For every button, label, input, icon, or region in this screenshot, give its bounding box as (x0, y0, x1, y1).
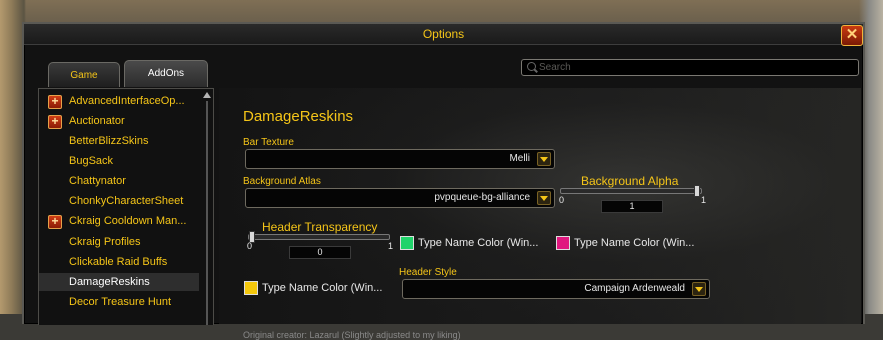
sidebar-item-chonkycharactersheet[interactable]: ChonkyCharacterSheet (39, 192, 199, 210)
sidebar-item-chattynator[interactable]: Chattynator (39, 172, 199, 190)
sidebar-item-decor-treasure-hunt[interactable]: Decor Treasure Hunt (39, 293, 199, 311)
close-icon: ✕ (845, 26, 859, 43)
background-alpha-value[interactable]: 1 (601, 200, 663, 213)
background-atlas-label: Background Atlas (243, 176, 321, 187)
search-box[interactable] (521, 59, 859, 76)
background-alpha-slider[interactable] (560, 188, 702, 194)
slider-max: 1 (701, 195, 707, 205)
chevron-down-icon[interactable] (537, 191, 551, 205)
header-transparency-slider[interactable] (248, 234, 390, 240)
header-transparency-value[interactable]: 0 (289, 246, 351, 259)
sidebar-item-bugsack[interactable]: BugSack (39, 152, 199, 170)
sidebar-item-betterblizzskins[interactable]: BetterBlizzSkins (39, 132, 199, 150)
sidebar-item-label: Auctionator (69, 115, 125, 127)
dropdown-value: Melli (509, 153, 530, 164)
type-name-color-label: Type Name Color (Win... (418, 237, 539, 249)
color-swatch-green[interactable] (400, 236, 414, 250)
slider-thumb[interactable] (694, 185, 700, 197)
scroll-up-icon[interactable] (203, 92, 211, 98)
title-bar[interactable]: Options ✕ (24, 24, 863, 46)
search-input[interactable] (539, 60, 849, 75)
chevron-down-icon[interactable] (692, 282, 706, 296)
type-name-color-label: Type Name Color (Win... (574, 237, 695, 249)
expand-icon[interactable]: + (48, 215, 62, 229)
sidebar-item-label: ChonkyCharacterSheet (69, 195, 184, 207)
sidebar-item-advancedinterfaceoptions[interactable]: + AdvancedInterfaceOp... (39, 92, 199, 110)
sidebar-item-label: DamageReskins (69, 276, 150, 288)
dropdown-value: Campaign Ardenweald (584, 283, 685, 294)
scroll-track[interactable] (206, 101, 208, 325)
sidebar-item-label: BetterBlizzSkins (69, 135, 149, 147)
sidebar-item-ckraig-profiles[interactable]: Ckraig Profiles (39, 233, 199, 251)
bar-texture-label: Bar Texture (243, 137, 294, 148)
search-icon (527, 62, 536, 71)
chevron-down-icon[interactable] (537, 152, 551, 166)
tab-game[interactable]: Game (48, 62, 120, 87)
header-transparency-label: Header Transparency (262, 220, 378, 234)
footer-credit: Original creator: Lazarul (Slightly adju… (243, 330, 461, 340)
color-swatch-yellow[interactable] (244, 281, 258, 295)
options-window: Options ✕ Game AddOns + AdvancedInterfac… (22, 22, 865, 340)
bar-texture-dropdown[interactable]: Melli (245, 149, 555, 169)
slider-min: 0 (247, 241, 253, 251)
background-alpha-label: Background Alpha (581, 174, 679, 188)
sidebar-item-label: AdvancedInterfaceOp... (69, 95, 185, 107)
sidebar-item-ckraig-cooldown-manager[interactable]: + Ckraig Cooldown Man... (39, 212, 199, 230)
settings-panel: DamageReskins Bar Texture Melli Backgrou… (219, 88, 861, 340)
sidebar-item-label: Ckraig Profiles (69, 236, 141, 248)
slider-max: 1 (388, 241, 394, 251)
dropdown-value: pvpqueue-bg-alliance (434, 192, 530, 203)
type-name-color-label: Type Name Color (Win... (262, 282, 383, 294)
background-atlas-dropdown[interactable]: pvpqueue-bg-alliance (245, 188, 555, 208)
sidebar-item-clickable-raid-buffs[interactable]: Clickable Raid Buffs (39, 253, 199, 271)
header-style-dropdown[interactable]: Campaign Ardenweald (402, 279, 710, 299)
sidebar-item-label: Ckraig Cooldown Man... (69, 215, 187, 227)
panel-title: DamageReskins (243, 108, 354, 125)
sidebar-item-label: Clickable Raid Buffs (69, 256, 168, 268)
window-title: Options (422, 27, 465, 41)
header-style-label: Header Style (399, 267, 457, 278)
close-button[interactable]: ✕ (841, 25, 863, 46)
color-swatch-pink[interactable] (556, 236, 570, 250)
sidebar-item-label: BugSack (69, 155, 114, 167)
expand-icon[interactable]: + (48, 115, 62, 129)
sidebar-item-auctionator[interactable]: + Auctionator (39, 112, 199, 130)
expand-icon[interactable]: + (48, 95, 62, 109)
sidebar-scrollbar[interactable] (201, 89, 213, 325)
tab-addons[interactable]: AddOns (124, 60, 208, 87)
sidebar-item-damagereskins[interactable]: DamageReskins (39, 273, 199, 291)
sidebar-item-label: Chattynator (69, 175, 126, 187)
slider-min: 0 (559, 195, 565, 205)
addon-list: + AdvancedInterfaceOp... + Auctionator B… (38, 88, 214, 325)
sidebar-item-label: Decor Treasure Hunt (69, 296, 172, 308)
